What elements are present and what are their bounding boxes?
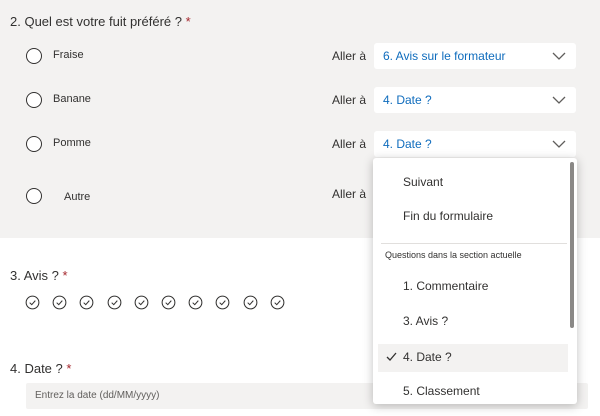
scrollbar[interactable] xyxy=(570,162,574,328)
select-value: 6. Avis sur le formateur xyxy=(383,49,506,63)
question-2-title: 2. Quel est votre fuit préféré ? * xyxy=(10,14,191,29)
dropdown-item-q1[interactable]: 1. Commentaire xyxy=(373,273,567,301)
chevron-down-icon xyxy=(552,52,566,60)
dropdown-item-q4-selected[interactable]: 4. Date ? xyxy=(378,344,568,372)
rating-7-check-circle-icon[interactable] xyxy=(188,295,203,310)
checkmark-icon xyxy=(386,352,397,361)
section-header: Questions dans la section actuelle xyxy=(385,250,522,260)
required-marker: * xyxy=(62,268,68,283)
chevron-down-icon xyxy=(552,96,566,104)
goto-label: Aller à xyxy=(332,93,367,107)
option-label: Autre xyxy=(64,191,91,203)
question-3-title: 3. Avis ? * xyxy=(10,268,68,283)
dropdown-item-q3[interactable]: 3. Avis ? xyxy=(373,308,567,336)
rating-8-check-circle-icon[interactable] xyxy=(215,295,230,310)
radio-fraise[interactable] xyxy=(26,48,42,64)
rating-6-check-circle-icon[interactable] xyxy=(161,295,176,310)
option-label: Fraise xyxy=(53,49,84,61)
rating-1-check-circle-icon[interactable] xyxy=(25,295,40,310)
branch-select-banane[interactable]: 4. Date ? xyxy=(374,87,576,113)
rating-4-check-circle-icon[interactable] xyxy=(107,295,122,310)
date-placeholder: Entrez la date (dd/MM/yyyy) xyxy=(35,390,160,401)
branch-select-pomme[interactable]: 4. Date ? xyxy=(374,131,576,157)
question-4-title: 4. Date ? * xyxy=(10,361,72,376)
dropdown-item-next[interactable]: Suivant xyxy=(373,169,567,197)
rating-2-check-circle-icon[interactable] xyxy=(52,295,67,310)
dropdown-item-end-form[interactable]: Fin du formulaire xyxy=(373,203,567,231)
option-label: Pomme xyxy=(53,137,91,149)
goto-label: Aller à xyxy=(332,137,367,151)
radio-pomme[interactable] xyxy=(26,136,42,152)
option-row-pomme: Pomme Aller à 4. Date ? xyxy=(0,129,600,159)
goto-label: Aller à xyxy=(332,49,367,63)
option-label: Banane xyxy=(53,93,91,105)
select-value: 4. Date ? xyxy=(383,93,432,107)
option-row-banane: Banane Aller à 4. Date ? xyxy=(0,85,600,115)
select-value: 4. Date ? xyxy=(383,137,432,151)
required-marker: * xyxy=(185,14,191,29)
rating-5-check-circle-icon[interactable] xyxy=(134,295,149,310)
rating-10-check-circle-icon[interactable] xyxy=(270,295,285,310)
branch-dropdown-menu: Suivant Fin du formulaire Questions dans… xyxy=(373,158,577,404)
radio-autre[interactable] xyxy=(26,188,42,204)
goto-label: Aller à xyxy=(332,187,367,201)
dropdown-item-q5[interactable]: 5. Classement xyxy=(373,378,567,404)
chevron-down-icon xyxy=(552,140,566,148)
rating-9-check-circle-icon[interactable] xyxy=(243,295,258,310)
option-row-fraise: Fraise Aller à 6. Avis sur le formateur xyxy=(0,41,600,71)
radio-banane[interactable] xyxy=(26,92,42,108)
branch-select-fraise[interactable]: 6. Avis sur le formateur xyxy=(374,43,576,69)
required-marker: * xyxy=(66,361,72,376)
rating-3-check-circle-icon[interactable] xyxy=(79,295,94,310)
divider xyxy=(381,243,567,244)
